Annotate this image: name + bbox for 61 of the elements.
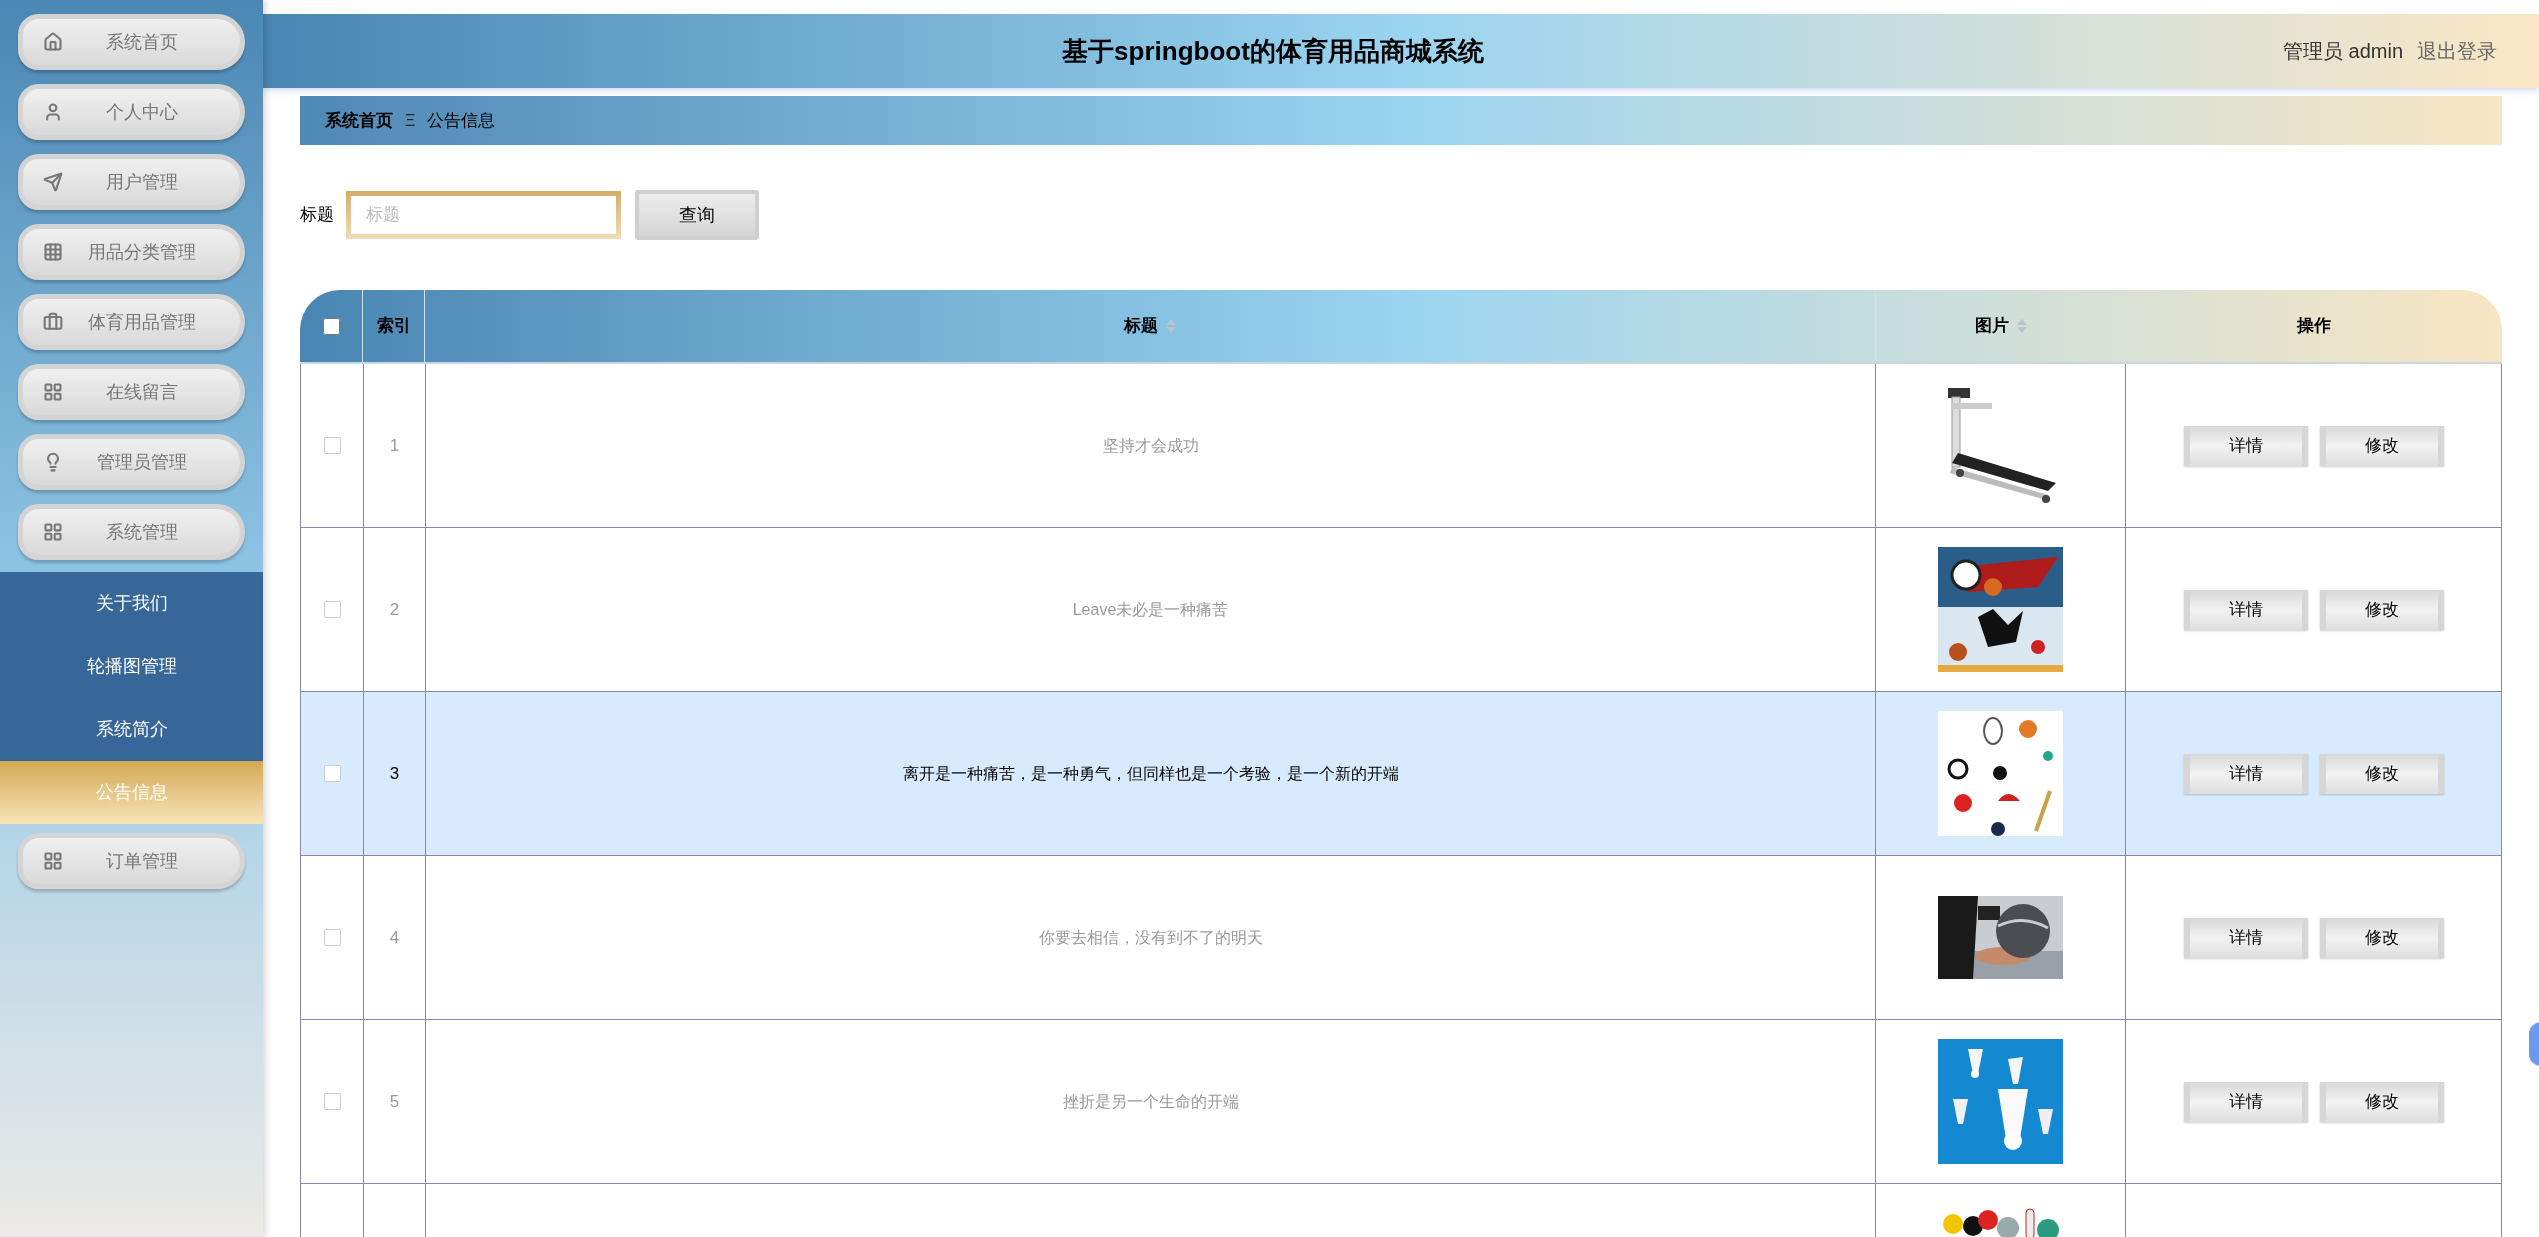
menu-icon (43, 32, 63, 52)
table-cell-text: 1 (389, 434, 400, 457)
row-checkbox[interactable] (323, 601, 341, 618)
sidebar-item[interactable]: 用品分类管理 (18, 224, 245, 280)
breadcrumb-link[interactable]: 系统首页 (325, 107, 393, 134)
column-header[interactable]: 操作 (2297, 313, 2331, 339)
column-header[interactable]: 图片 (1974, 313, 2009, 339)
row-checkbox[interactable] (323, 929, 341, 946)
menu-icon (43, 382, 63, 402)
search-label: 标题 (300, 204, 334, 227)
submenu-item[interactable]: 系统简介 (0, 698, 263, 761)
edit-button[interactable]: 修改 (2319, 425, 2444, 466)
submenu-item[interactable]: 轮播图管理 (0, 635, 263, 698)
sidebar-item[interactable]: 管理员管理 (18, 434, 245, 490)
breadcrumb-separator: Ξ (405, 110, 416, 131)
sidebar-item[interactable]: 在线留言 (18, 364, 245, 420)
edit-button[interactable]: 修改 (2319, 589, 2444, 630)
table-cell-text: 挫折是另一个生命的开端 (1062, 1091, 1239, 1112)
menu-icon (43, 312, 63, 332)
table-cell-text: 4 (389, 926, 400, 949)
edit-button[interactable]: 修改 (2319, 753, 2444, 794)
column-header[interactable]: 索引 (376, 313, 411, 339)
sidebar-item[interactable]: 用户管理 (18, 154, 245, 210)
edit-button[interactable]: 修改 (2319, 917, 2444, 958)
table-cell-text: 3 (389, 762, 400, 785)
sort-icon[interactable] (2016, 318, 2027, 334)
breadcrumb-link[interactable]: 公告信息 (427, 107, 496, 134)
sidebar-item[interactable]: 系统管理 (18, 504, 245, 560)
row-checkbox[interactable] (323, 765, 341, 782)
table-cell-text: 5 (389, 1090, 400, 1113)
search-button[interactable]: 查询 (635, 190, 759, 240)
table-cell-text: Leave未必是一种痛苦 (1072, 599, 1229, 620)
sidebar-item[interactable]: 订单管理 (18, 833, 245, 889)
select-all-checkbox[interactable] (322, 317, 340, 335)
user-label: 管理员 admin (2282, 39, 2403, 64)
details-button[interactable]: 详情 (2183, 917, 2308, 958)
table-cell-text: 你要去相信，没有到不了的明天 (1038, 927, 1263, 948)
sidebar-item[interactable]: 体育用品管理 (18, 294, 245, 350)
table-cell-text: 坚持才会成功 (1102, 435, 1199, 456)
details-button[interactable]: 详情 (2183, 425, 2308, 466)
row-checkbox[interactable] (323, 1093, 341, 1110)
table-cell-text: 离开是一种痛苦，是一种勇气，但同样也是一个考验，是一个新的开端 (902, 763, 1399, 784)
title-search-field[interactable]: 标题 (346, 191, 621, 239)
menu-icon (43, 172, 63, 192)
details-button[interactable]: 详情 (2183, 1081, 2308, 1122)
edit-button[interactable]: 修改 (2319, 1081, 2444, 1122)
column-header[interactable]: 标题 (1124, 313, 1158, 339)
menu-icon (43, 242, 63, 262)
row-checkbox[interactable] (323, 437, 341, 454)
table-cell-text: 2 (389, 598, 400, 621)
details-button[interactable]: 详情 (2183, 753, 2308, 794)
menu-icon (43, 102, 63, 122)
menu-icon (43, 851, 63, 871)
sidebar-item[interactable]: 个人中心 (18, 84, 245, 140)
app-title: 基于springboot的体育用品商城系统 (1062, 35, 1484, 66)
submenu-item[interactable]: 关于我们 (0, 572, 263, 635)
sidebar-item[interactable]: 系统首页 (18, 14, 245, 70)
menu-icon (43, 522, 63, 542)
sort-icon[interactable] (1166, 318, 1176, 334)
logout-link[interactable]: 退出登录 (2417, 36, 2497, 66)
details-button[interactable]: 详情 (2183, 589, 2308, 630)
